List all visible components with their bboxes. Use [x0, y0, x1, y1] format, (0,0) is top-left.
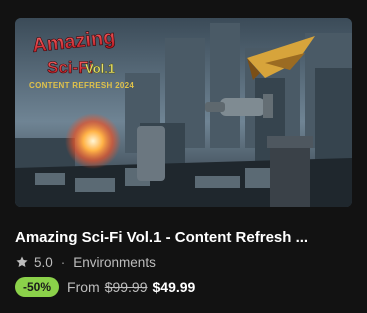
product-thumbnail[interactable]: Amazing Sci-Fi Vol.1 CONTENT REFRESH 202…	[15, 18, 352, 207]
sale-price: $49.99	[152, 279, 196, 295]
star-icon	[16, 256, 28, 268]
original-price: $99.99	[104, 279, 148, 295]
svg-text:CONTENT REFRESH 2024: CONTENT REFRESH 2024	[29, 81, 134, 90]
foreground-turret	[270, 143, 310, 207]
product-card[interactable]: Amazing Sci-Fi Vol.1 CONTENT REFRESH 202…	[0, 0, 367, 313]
category-link[interactable]: Environments	[73, 255, 156, 270]
explosion	[65, 113, 121, 169]
product-meta: 5.0 · Environments	[15, 254, 156, 270]
discount-badge: -50%	[15, 277, 60, 297]
product-title[interactable]: Amazing Sci-Fi Vol.1 - Content Refresh .…	[15, 229, 352, 246]
round-tower	[137, 126, 165, 181]
rating-value: 5.0	[34, 254, 53, 270]
thumbnail-artwork: Amazing Sci-Fi Vol.1 CONTENT REFRESH 202…	[15, 18, 352, 207]
price-prefix: From	[67, 279, 100, 295]
price-row: -50% From $99.99 $49.99	[15, 277, 195, 297]
meta-separator: ·	[60, 254, 66, 270]
svg-text:Vol.1: Vol.1	[85, 61, 115, 76]
